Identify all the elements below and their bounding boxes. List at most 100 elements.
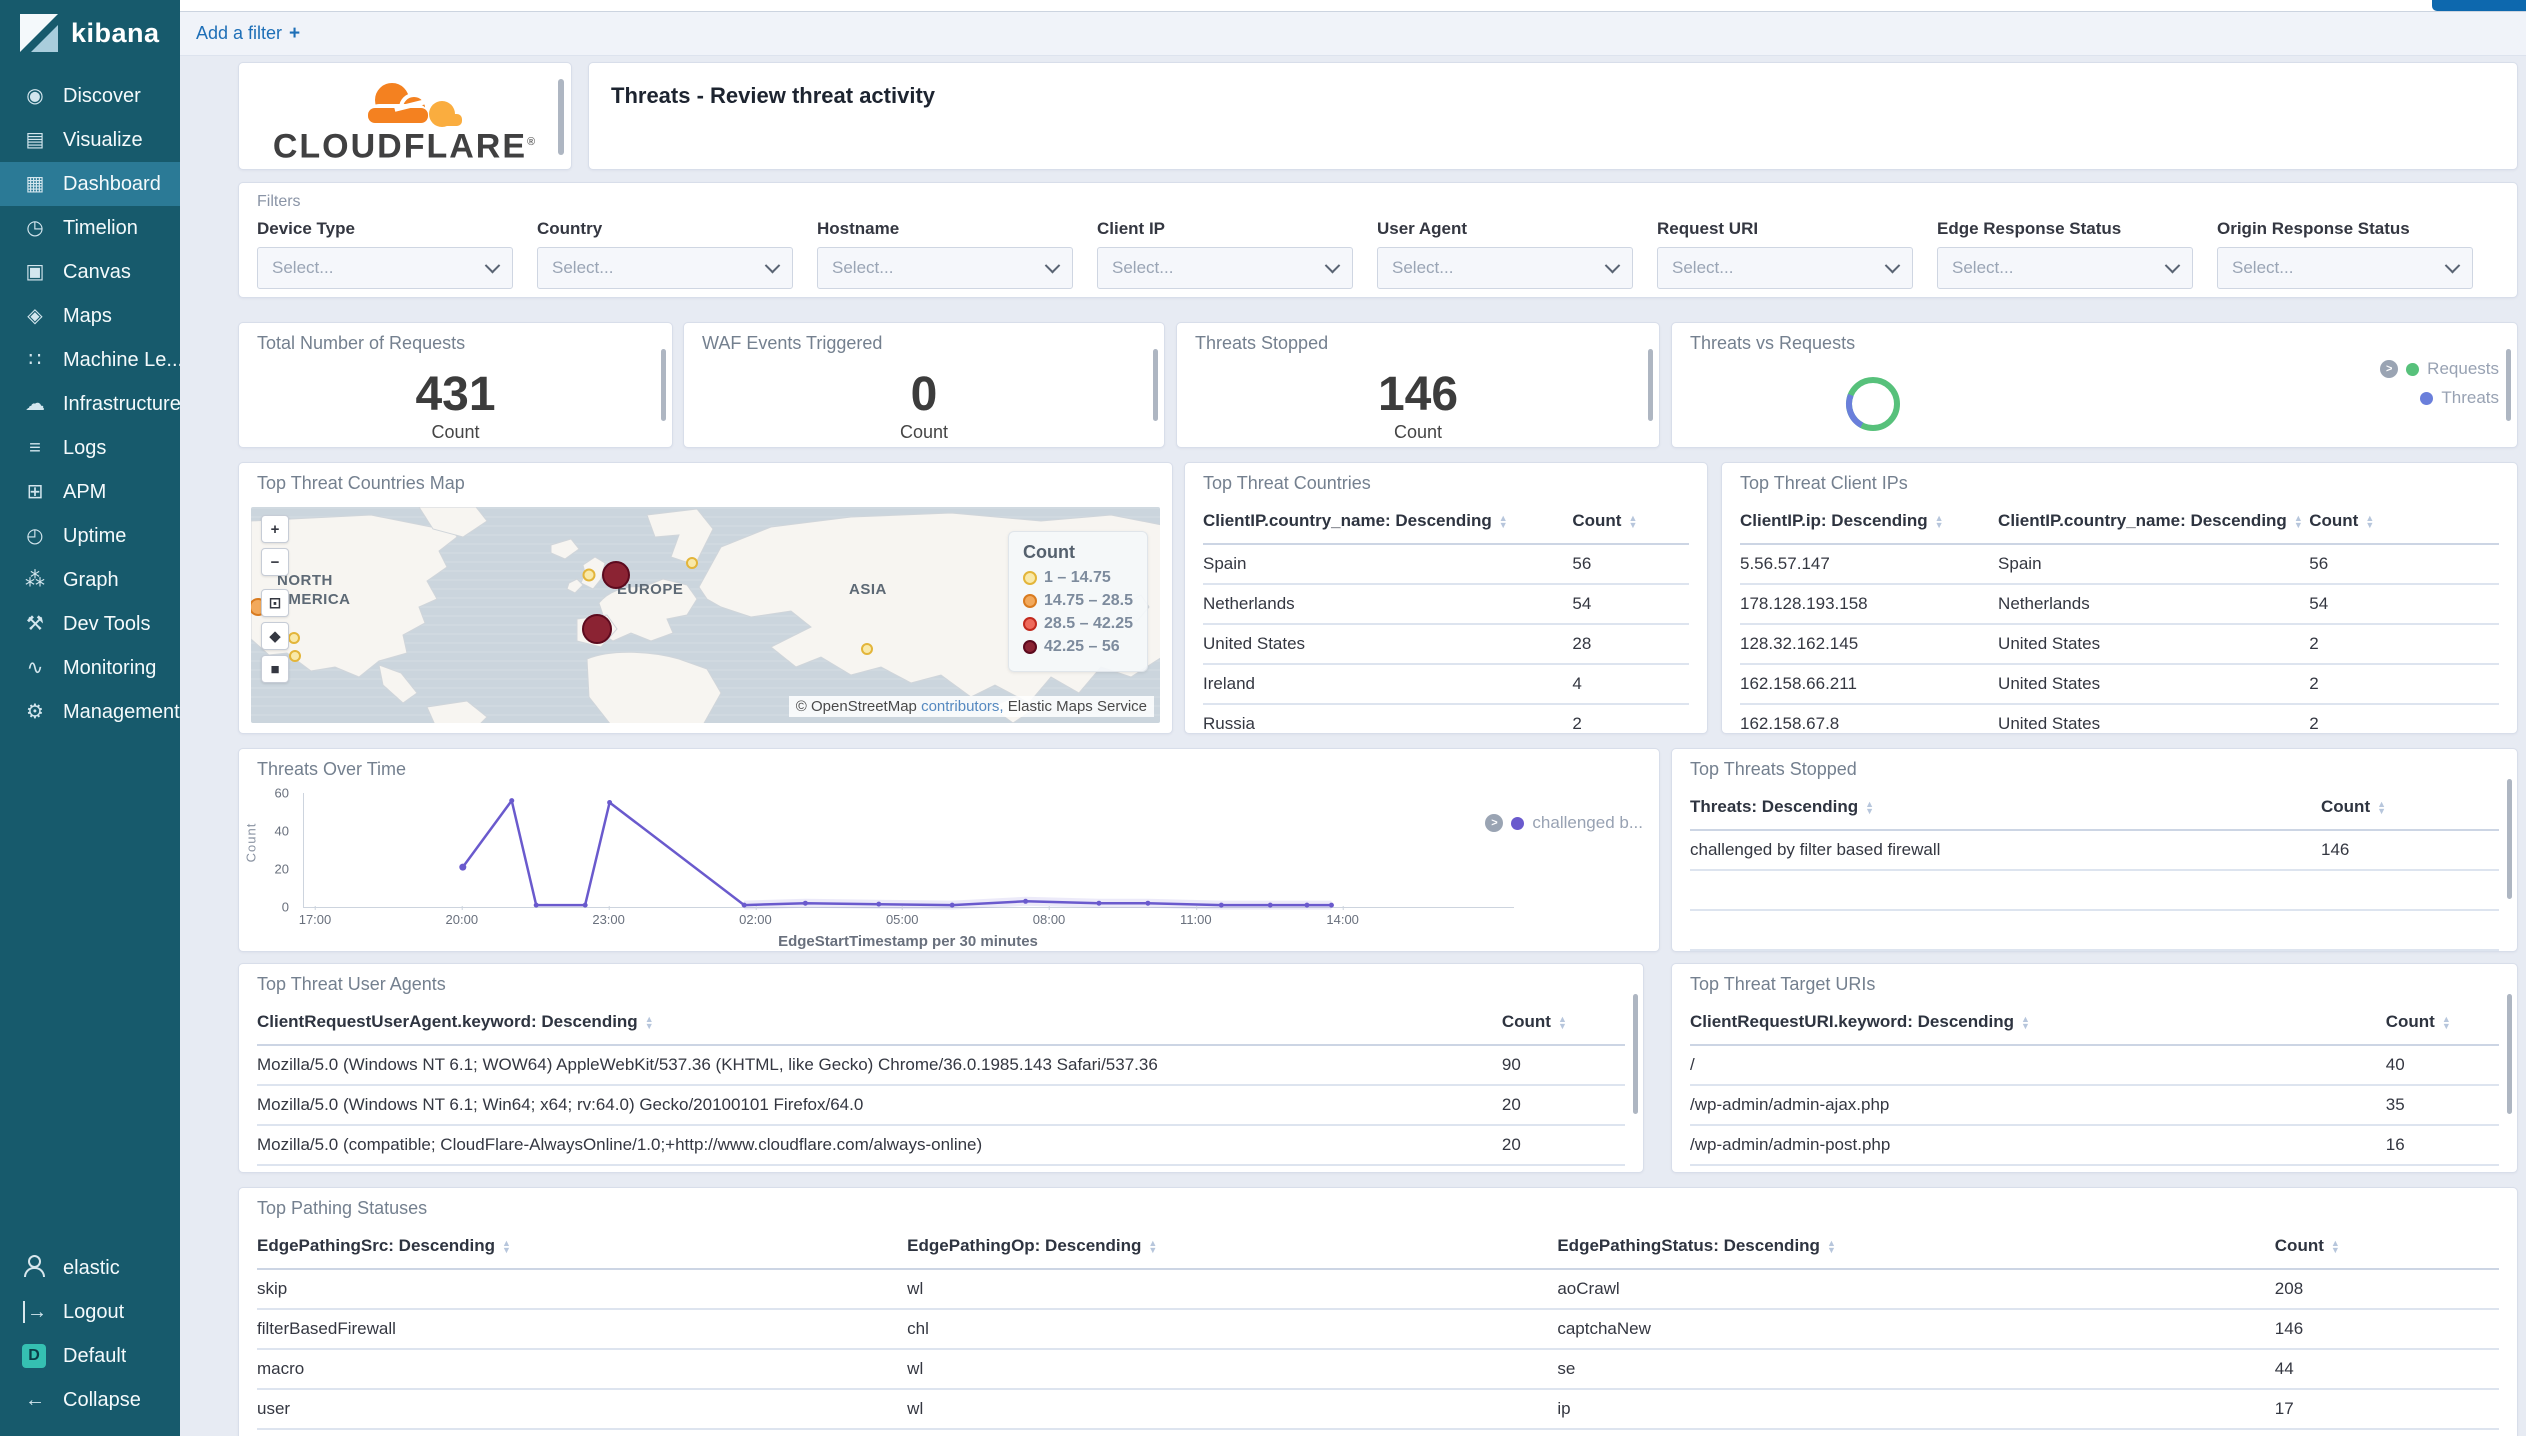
table-cell: 2 xyxy=(2309,664,2499,705)
line-chart[interactable] xyxy=(303,793,1514,910)
map-zoom-out-button[interactable]: − xyxy=(261,548,289,576)
table-cell: United States xyxy=(1998,624,2310,665)
sort-icon[interactable]: ▲ ▼ xyxy=(645,1014,654,1030)
sidebar-item-monitoring[interactable]: ∿ Monitoring xyxy=(0,646,180,690)
map-polygon-tool[interactable]: ◆ xyxy=(261,622,289,650)
kibana-logo-text: kibana xyxy=(71,17,160,48)
column-header[interactable]: ClientIP.country_name: Descending ▲ ▼ xyxy=(1998,500,2310,545)
column-header[interactable]: Threats: Descending ▲ ▼ xyxy=(1690,786,2322,831)
column-header[interactable]: Count ▲ ▼ xyxy=(2309,500,2499,545)
column-header[interactable]: ClientIP.country_name: Descending ▲ ▼ xyxy=(1203,500,1573,545)
map-data-dot[interactable] xyxy=(685,557,698,570)
sidebar-item-default[interactable]: D Default xyxy=(0,1334,180,1378)
sort-icon[interactable]: ▲ ▼ xyxy=(2442,1014,2451,1030)
sort-icon[interactable]: ▲ ▼ xyxy=(2365,513,2374,529)
sort-icon[interactable]: ▲ ▼ xyxy=(1935,513,1944,529)
column-header[interactable]: ClientRequestURI.keyword: Descending ▲ ▼ xyxy=(1690,1001,2386,1046)
sidebar-item-canvas[interactable]: ▣ Canvas xyxy=(0,250,180,294)
column-header[interactable]: ClientRequestUserAgent.keyword: Descendi… xyxy=(257,1001,1502,1046)
sort-icon[interactable]: ▲ ▼ xyxy=(2021,1014,2030,1030)
filter-select-origin-response-status[interactable]: Select... xyxy=(2217,247,2473,289)
filter-select-user-agent[interactable]: Select... xyxy=(1377,247,1633,289)
map-rect-tool[interactable]: ■ xyxy=(261,655,289,683)
filter-select-country[interactable]: Select... xyxy=(537,247,793,289)
panel-scrollbar[interactable] xyxy=(2507,994,2512,1114)
sidebar-item-visualize[interactable]: ▤ Visualize xyxy=(0,118,180,162)
sidebar-item-elastic[interactable]: elastic xyxy=(0,1246,180,1290)
sidebar-item-apm[interactable]: ⊞ APM xyxy=(0,470,180,514)
sidebar-item-management[interactable]: ⚙ Management xyxy=(0,690,180,734)
filter-label: Device Type xyxy=(257,219,355,238)
map-data-dot[interactable] xyxy=(861,642,874,655)
panel-scrollbar[interactable] xyxy=(2507,779,2512,899)
sidebar-item-maps[interactable]: ◈ Maps xyxy=(0,294,180,338)
sort-icon[interactable]: ▲ ▼ xyxy=(1628,513,1637,529)
sort-icon[interactable]: ▲ ▼ xyxy=(1827,1238,1836,1254)
panel-scrollbar[interactable] xyxy=(2506,349,2511,421)
map-crop-tool[interactable]: ⊡ xyxy=(261,589,289,617)
sidebar-item-graph[interactable]: ⁂ Graph xyxy=(0,558,180,602)
canvas-icon: ▣ xyxy=(25,261,45,283)
map-data-dot[interactable] xyxy=(582,568,596,582)
query-bar[interactable] xyxy=(180,0,2526,12)
sidebar-item-uptime[interactable]: ◴ Uptime xyxy=(0,514,180,558)
legend-toggle-icon[interactable]: > xyxy=(2380,360,2399,378)
column-header[interactable]: Count ▲ ▼ xyxy=(1572,500,1689,545)
world-map[interactable]: NORTH AMERICA EUROPE ASIA + − ⊡ ◆ ■ Count 1 … xyxy=(251,507,1160,723)
panel-scrollbar[interactable] xyxy=(558,79,564,155)
data-table: Threats: Descending ▲ ▼ Count ▲ ▼ challenged b… xyxy=(1690,786,2499,951)
filter-select-hostname[interactable]: Select... xyxy=(817,247,1073,289)
kibana-logo[interactable]: kibana xyxy=(0,0,180,62)
x-axis-ticks: 17:00 20:00 23:00 02:00 05:00 08:00 11:00 14:00 xyxy=(299,906,1513,928)
table-cell: 146 xyxy=(2274,1309,2499,1350)
sidebar-item-dashboard[interactable]: ▦ Dashboard xyxy=(0,162,180,206)
column-header[interactable]: Count ▲ ▼ xyxy=(2385,1001,2499,1046)
sort-icon[interactable]: ▲ ▼ xyxy=(1865,799,1874,815)
sidebar-item-label: Visualize xyxy=(63,128,143,151)
osm-contributors-link[interactable]: contributors, xyxy=(921,698,1004,715)
sidebar-item-infrastructure[interactable]: ☁ Infrastructure xyxy=(0,382,180,426)
sidebar-item-logs[interactable]: ≡ Logs xyxy=(0,426,180,470)
filter-select-request-uri[interactable]: Select... xyxy=(1657,247,1913,289)
panel-scrollbar[interactable] xyxy=(1153,349,1158,421)
sort-icon[interactable]: ▲ ▼ xyxy=(1499,513,1508,529)
donut-chart[interactable] xyxy=(1842,373,1904,440)
sort-icon[interactable]: ▲ ▼ xyxy=(502,1238,511,1254)
column-header[interactable]: EdgePathingStatus: Descending ▲ ▼ xyxy=(1557,1225,2275,1270)
column-header[interactable]: Count ▲ ▼ xyxy=(2274,1225,2499,1270)
column-header[interactable]: Count ▲ ▼ xyxy=(2321,786,2499,831)
filter-select-client-ip[interactable]: Select... xyxy=(1097,247,1353,289)
panel-scrollbar[interactable] xyxy=(1648,349,1653,421)
sidebar-item-machine-le[interactable]: ∷ Machine Le... xyxy=(0,338,180,382)
column-header[interactable]: EdgePathingSrc: Descending ▲ ▼ xyxy=(257,1225,908,1270)
table-row: /40 xyxy=(1690,1045,2499,1086)
sidebar-item-logout[interactable]: → Logout xyxy=(0,1290,180,1334)
map-data-dot[interactable] xyxy=(582,613,613,644)
sidebar-item-collapse[interactable]: ← Collapse xyxy=(0,1378,180,1422)
x-tick-label: 23:00 xyxy=(592,906,625,927)
filter-select-edge-response-status[interactable]: Select... xyxy=(1937,247,2193,289)
sort-icon[interactable]: ▲ ▼ xyxy=(2331,1238,2340,1254)
sort-icon[interactable]: ▲ ▼ xyxy=(1148,1238,1157,1254)
panel-scrollbar[interactable] xyxy=(661,349,666,421)
column-header[interactable]: EdgePathingOp: Descending ▲ ▼ xyxy=(907,1225,1558,1270)
sidebar-item-discover[interactable]: ◉ Discover xyxy=(0,74,180,118)
map-data-dot[interactable] xyxy=(287,631,300,644)
map-data-dot[interactable] xyxy=(602,561,631,590)
sort-icon[interactable]: ▲ ▼ xyxy=(2377,799,2386,815)
sidebar-item-timelion[interactable]: ◷ Timelion xyxy=(0,206,180,250)
query-submit-button[interactable] xyxy=(2432,0,2526,11)
sidebar-item-dev-tools[interactable]: ⚒ Dev Tools xyxy=(0,602,180,646)
column-header[interactable]: ClientIP.ip: Descending ▲ ▼ xyxy=(1740,500,1999,545)
legend-label: Threats xyxy=(2441,388,2499,407)
add-filter-button[interactable]: Add a filter + xyxy=(196,23,300,45)
panel-scrollbar[interactable] xyxy=(1633,994,1638,1114)
map-data-dot[interactable] xyxy=(288,649,301,662)
legend-toggle-icon[interactable]: > xyxy=(1485,814,1504,832)
sort-icon[interactable]: ▲ ▼ xyxy=(2294,513,2303,529)
map-zoom-in-button[interactable]: + xyxy=(261,515,289,543)
table-row: Netherlands 54 xyxy=(1203,584,1689,625)
filter-select-device-type[interactable]: Select... xyxy=(257,247,513,289)
column-header[interactable]: Count ▲ ▼ xyxy=(1501,1001,1625,1046)
sort-icon[interactable]: ▲ ▼ xyxy=(1558,1014,1567,1030)
